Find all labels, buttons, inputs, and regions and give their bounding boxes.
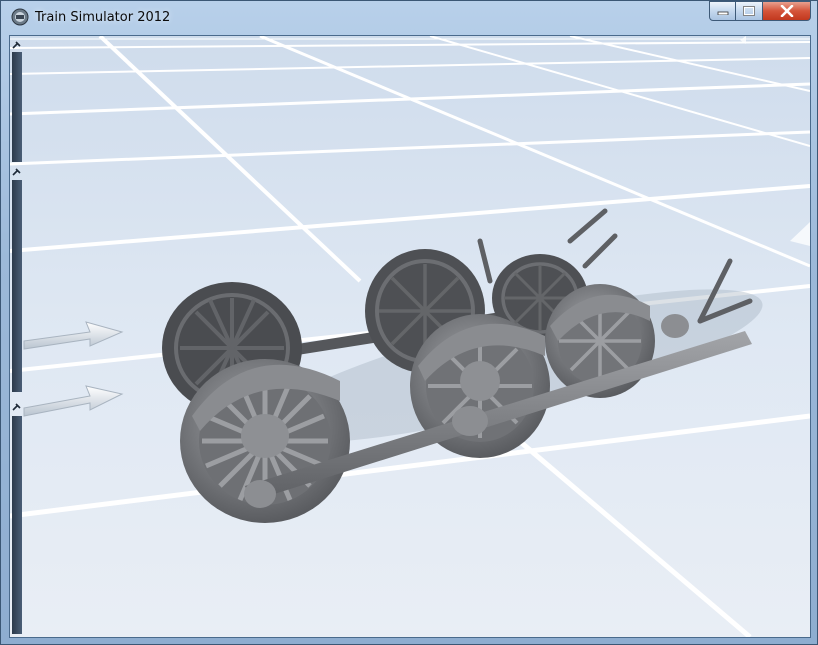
scroll-marker	[295, 637, 313, 638]
close-button[interactable]	[763, 1, 811, 21]
pin-icon[interactable]	[11, 40, 23, 50]
maximize-icon	[743, 6, 755, 16]
minimize-icon	[717, 11, 728, 15]
toolbar-panel[interactable]	[12, 52, 22, 162]
app-window: Train Simulator 2012	[0, 0, 818, 645]
maximize-button[interactable]	[736, 1, 763, 21]
title-bar[interactable]: Train Simulator 2012	[1, 1, 817, 35]
pin-icon[interactable]	[11, 402, 23, 412]
toolbar-panel[interactable]	[12, 180, 22, 392]
close-icon	[780, 5, 793, 17]
pin-icon[interactable]	[11, 167, 23, 177]
app-icon[interactable]	[11, 8, 29, 26]
side-toolbar[interactable]	[10, 36, 24, 637]
game-viewport[interactable]	[9, 35, 811, 638]
toolbar-panel[interactable]	[12, 416, 22, 634]
scene-3d[interactable]	[10, 36, 810, 637]
window-title: Train Simulator 2012	[35, 10, 171, 25]
minimize-button[interactable]	[709, 1, 736, 21]
